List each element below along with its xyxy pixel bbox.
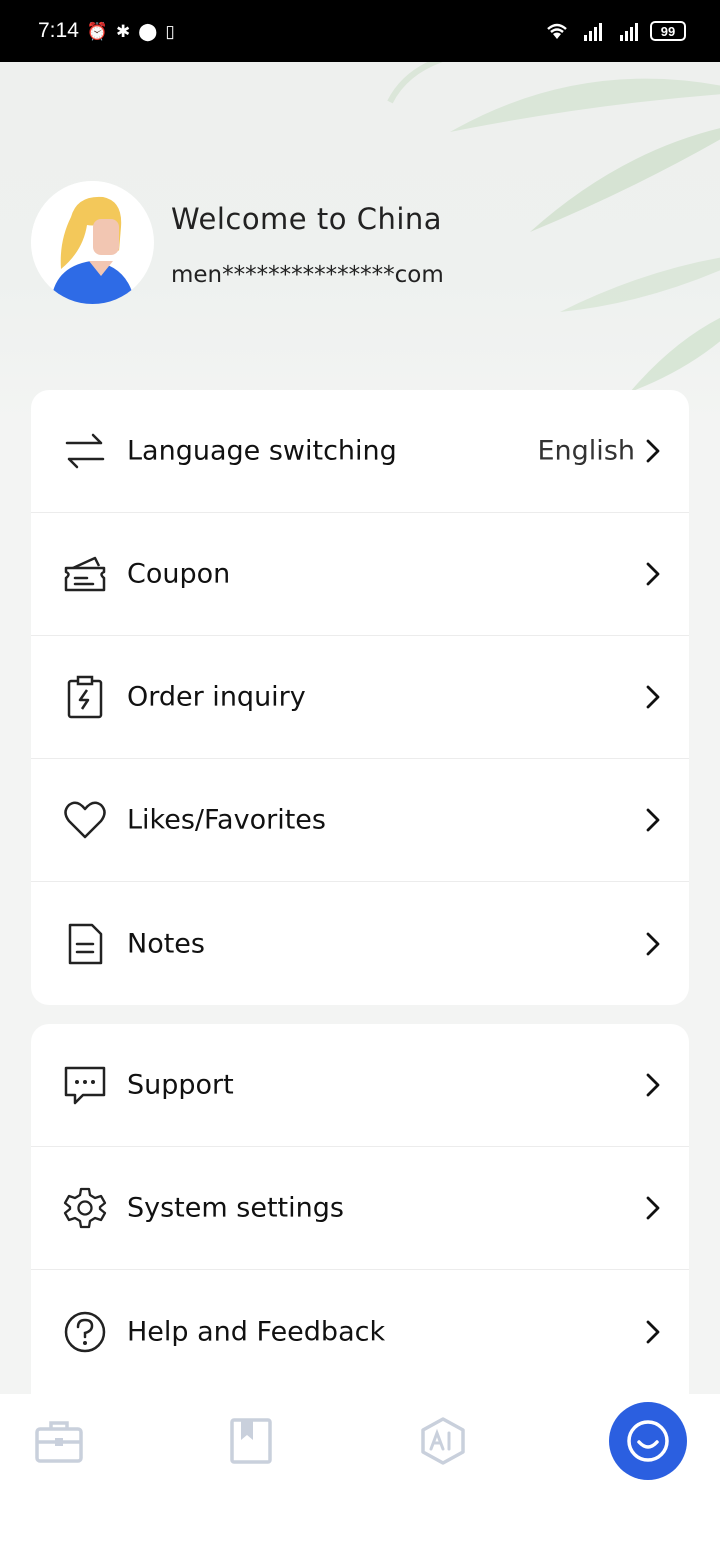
bamboo-leaves-decoration	[387, 62, 720, 392]
bluetooth-icon: ✱	[116, 21, 131, 41]
status-bar: 7:14 ⏰ ✱ ⬤ ▯ 99	[0, 0, 720, 62]
user-email: men***************com	[171, 262, 444, 288]
menu-item-language[interactable]: Language switching English	[31, 390, 689, 513]
menu-item-label: Notes	[127, 928, 205, 959]
ticket-icon	[62, 551, 108, 597]
menu-item-support[interactable]: Support	[31, 1024, 689, 1147]
clipboard-icon	[62, 674, 108, 720]
menu-item-label: System settings	[127, 1192, 344, 1224]
chevron-right-icon	[646, 1320, 660, 1343]
heart-icon	[62, 797, 108, 843]
menu-item-label: Coupon	[127, 558, 231, 590]
nav-ai-button[interactable]	[418, 1416, 468, 1466]
swap-arrows-icon	[62, 428, 108, 474]
alarm-icon: ⏰	[86, 21, 109, 41]
briefcase-icon	[35, 1421, 83, 1463]
menu-item-label: Language switching	[127, 435, 397, 467]
chevron-right-icon	[646, 685, 660, 709]
menu-item-notes[interactable]: Notes	[31, 882, 689, 1005]
location-icon: ⬤	[138, 21, 158, 41]
avatar[interactable]	[31, 181, 154, 304]
chevron-right-icon	[646, 562, 660, 586]
document-icon	[62, 921, 108, 967]
signal-4g-icon	[620, 23, 638, 41]
menu-item-label: Likes/Favorites	[127, 804, 326, 836]
menu-item-system-settings[interactable]: System settings	[31, 1147, 689, 1270]
chevron-right-icon	[646, 1073, 660, 1097]
primary-menu-card: Language switching English Coupon Order …	[31, 390, 689, 1005]
battery-indicator: 99	[650, 21, 686, 41]
chevron-right-icon	[646, 439, 660, 463]
wifi-icon	[547, 23, 567, 39]
gear-icon	[62, 1185, 108, 1231]
status-time: 7:14	[38, 19, 79, 42]
user-avatar-illustration	[31, 181, 153, 304]
nav-bookmarks-button[interactable]	[226, 1416, 276, 1466]
ai-hexagon-icon	[421, 1417, 465, 1465]
vibrate-icon: ▯	[165, 21, 175, 41]
nav-toolbox-button[interactable]	[34, 1416, 84, 1466]
menu-item-label: Order inquiry	[127, 681, 306, 713]
menu-item-label: Support	[127, 1069, 234, 1101]
menu-item-label: Help and Feedback	[127, 1316, 386, 1347]
menu-item-order-inquiry[interactable]: Order inquiry	[31, 636, 689, 759]
menu-item-likes-favorites[interactable]: Likes/Favorites	[31, 759, 689, 882]
welcome-title: Welcome to China	[171, 202, 443, 236]
chat-bubble-icon	[62, 1062, 108, 1108]
bottom-navigation	[0, 1394, 720, 1554]
secondary-menu-card: Support System settings Help and Feedbac…	[31, 1024, 689, 1396]
chevron-right-icon	[646, 1196, 660, 1220]
chevron-right-icon	[646, 808, 660, 832]
chevron-right-icon	[646, 932, 660, 955]
nav-profile-button[interactable]	[609, 1402, 687, 1480]
menu-item-coupon[interactable]: Coupon	[31, 513, 689, 636]
question-circle-icon	[62, 1309, 108, 1355]
language-value: English	[537, 435, 636, 467]
bookmark-icon	[230, 1418, 272, 1464]
signal-4g-icon	[584, 23, 602, 41]
smile-icon	[627, 1420, 669, 1462]
menu-item-help-feedback[interactable]: Help and Feedback	[31, 1270, 689, 1393]
